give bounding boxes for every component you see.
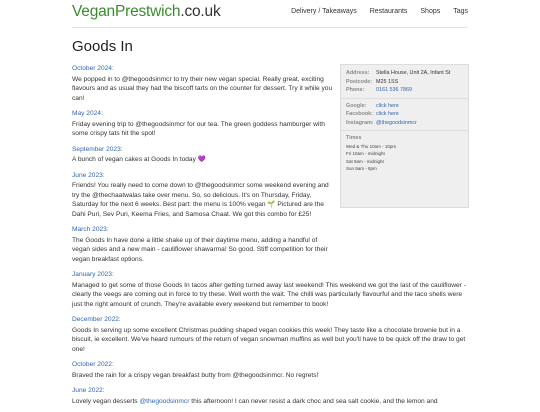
entry-date: September 2023:	[72, 145, 123, 153]
logo-tld: .co.uk	[180, 3, 221, 20]
logo-brand: VeganPrestwich	[72, 3, 181, 20]
nav-restaurants[interactable]: Restaurants	[370, 8, 408, 15]
list-item: September 2023: A bunch of vegan cakes a…	[72, 145, 336, 165]
postcode-row: Postcode: M25 1SS	[341, 78, 468, 87]
list-item: June 2022: Lovely vegan desserts @thegoo…	[72, 386, 468, 406]
entry-text: A bunch of vegan cakes at Goods In today…	[72, 156, 206, 163]
postcode-label: Postcode:	[346, 78, 373, 85]
entry-text: Managed to get some of those Goods In ta…	[72, 281, 466, 308]
nav-tags[interactable]: Tags	[453, 8, 468, 15]
instagram-label: Instagram:	[346, 119, 374, 126]
hours-line: Wed & Thu 10am - 10pm	[346, 143, 397, 149]
sidebar-divider	[341, 97, 468, 99]
instagram-handle-link[interactable]: @thegoodsinmcr	[139, 398, 189, 405]
phone-row: Phone: 0161 536 7869	[341, 86, 468, 95]
entry-date: October 2022:	[72, 361, 114, 368]
reviews-list: October 2024: We popped in to @thegoodsi…	[72, 64, 466, 412]
facebook-label: Facebook:	[346, 111, 373, 117]
list-item: June 2023: Friends! You really need to c…	[72, 171, 336, 220]
phone-link[interactable]: 0161 536 7869	[376, 86, 412, 95]
info-sidebar: Address: Stella House, Unit 2A, Infant S…	[340, 64, 469, 208]
phone-label: Phone:	[346, 87, 365, 93]
entry-text: Friday evening trip to @thegoodsinmcr fo…	[72, 120, 325, 138]
entry-date: June 2023:	[72, 171, 105, 179]
site-header: VeganPrestwich.co.uk Delivery / Takeaway…	[0, 0, 540, 26]
entry-text: Braved the rain for a crispy vegan break…	[72, 371, 319, 379]
google-label: Google:	[346, 102, 367, 109]
list-item: December 2022: Goods In serving up some …	[72, 315, 468, 354]
hours-title: Times	[346, 135, 362, 141]
sidebar-divider	[341, 130, 468, 131]
page-title: Goods In	[72, 38, 133, 55]
entry-date: March 2023:	[72, 226, 109, 233]
entry-text-end: this afternoon! I can never resist a dar…	[189, 397, 438, 405]
hours-line: Sun 9am - 8pm	[346, 166, 377, 172]
list-item: January 2023: Managed to get some of tho…	[72, 270, 468, 309]
hours-line: Sat 9am - midnight	[346, 158, 384, 164]
google-row: Google: click here	[341, 102, 468, 111]
list-item: October 2022: Braved the rain for a cris…	[72, 360, 468, 380]
list-item: March 2023: The Goods In have done a lit…	[72, 225, 336, 264]
site-logo[interactable]: VeganPrestwich.co.uk	[72, 3, 221, 21]
nav-shops[interactable]: Shops	[420, 8, 440, 15]
header-divider	[72, 27, 468, 28]
entry-date: May 2024:	[72, 110, 103, 117]
entry-date: December 2022:	[72, 316, 121, 323]
facebook-row: Facebook: click here	[341, 110, 468, 119]
entry-text: The Goods In have done a little shake up…	[72, 236, 328, 263]
list-item: October 2024: We popped in to @thegoodsi…	[72, 64, 336, 103]
entry-text: Friends! You really need to come down to…	[72, 182, 329, 218]
instagram-row: Instagram: @thegoodsinmcr	[341, 119, 468, 128]
entry-date: October 2024:	[72, 65, 114, 72]
main-nav: Delivery / Takeaways Restaurants Shops T…	[280, 8, 468, 15]
address-row: Address: Stella House, Unit 2A, Infant S…	[341, 69, 468, 78]
facebook-link[interactable]: click here	[376, 110, 399, 119]
entry-date: June 2022:	[72, 387, 105, 394]
list-item: May 2024: Friday evening trip to @thegoo…	[72, 109, 336, 139]
entry-text: We popped in to @thegoodsinmcr to try th…	[72, 75, 333, 102]
address-value: Stella House, Unit 2A, Infant St	[376, 70, 451, 76]
instagram-link[interactable]: @thegoodsinmcr	[376, 119, 417, 128]
google-link[interactable]: click here	[376, 102, 399, 111]
entry-text: Goods In serving up some excellent Chris…	[72, 326, 466, 353]
hours-line: Fri 10am - midnight	[346, 151, 385, 157]
postcode-value: M25 1SS	[376, 78, 399, 85]
nav-delivery-takeaways[interactable]: Delivery / Takeaways	[291, 8, 357, 15]
entry-date: January 2023:	[72, 271, 114, 278]
entry-text-start: Lovely vegan desserts	[72, 397, 140, 405]
address-label: Address:	[346, 70, 370, 76]
